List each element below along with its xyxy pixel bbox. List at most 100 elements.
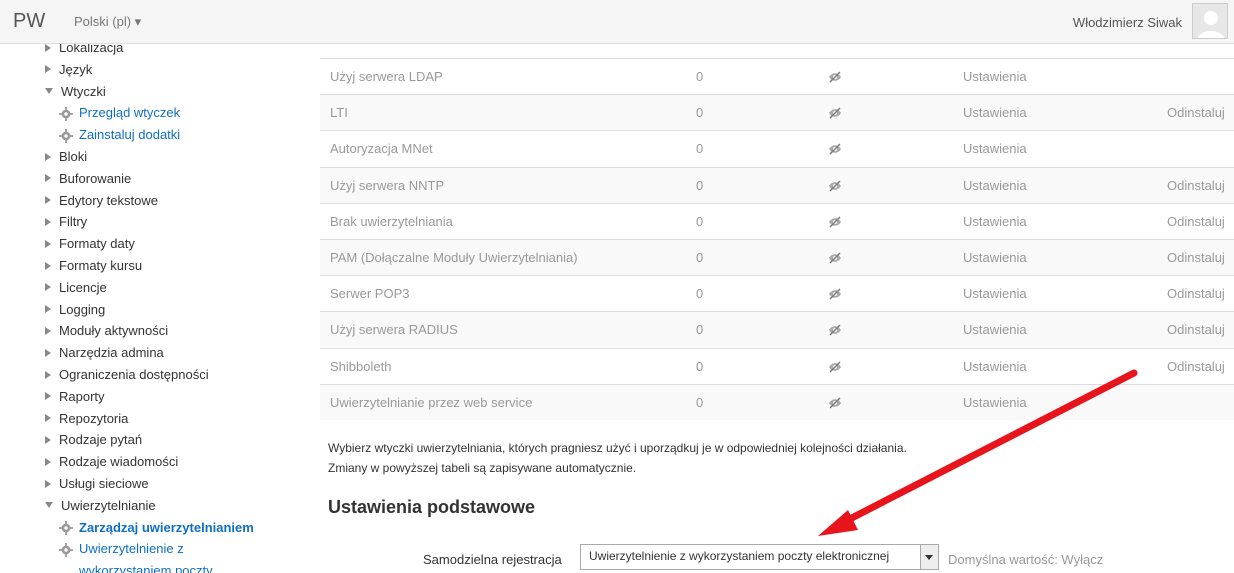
caret-down-icon — [45, 502, 53, 509]
uninstall-link[interactable]: Odinstaluj — [1167, 168, 1225, 204]
table-row: Użyj serwera LDAP 0 Ustawienia — [320, 58, 1234, 94]
settings-link[interactable]: Ustawienia — [963, 240, 1027, 276]
caret-right-icon — [45, 152, 51, 161]
auth-plugin-name: Shibboleth — [330, 358, 392, 374]
table-row: PAM (Dołączalne Moduły Uwierzytelniania)… — [320, 239, 1234, 275]
sidebar-item-label: Zainstaluj dodatki — [79, 127, 181, 143]
auth-plugin-name: Serwer POP3 — [330, 286, 410, 302]
user-count: 0 — [696, 141, 704, 157]
uninstall-link[interactable]: Odinstaluj — [1167, 240, 1225, 276]
site-brand[interactable]: PW — [13, 10, 45, 33]
sidebar-item[interactable]: Edytory tekstowe — [45, 190, 158, 212]
sidebar-item[interactable]: Filtry — [45, 211, 87, 233]
sidebar-item[interactable]: Formaty daty — [45, 233, 135, 255]
user-menu-name[interactable]: Włodzimierz Siwak — [1073, 15, 1182, 30]
section-heading: Ustawienia podstawowe — [328, 497, 536, 517]
caret-right-icon — [45, 174, 51, 183]
sidebar-item-label: Licencje — [59, 279, 107, 295]
sidebar-item[interactable]: Licencje — [45, 277, 107, 299]
user-count: 0 — [696, 105, 704, 121]
sidebar-item[interactable]: Język — [45, 59, 92, 81]
gear-icon — [59, 520, 73, 536]
user-avatar[interactable] — [1192, 3, 1228, 39]
uninstall-link[interactable]: Odinstaluj — [1167, 312, 1225, 348]
uninstall-link[interactable]: Odinstaluj — [1167, 204, 1225, 240]
eye-slash-icon[interactable] — [828, 71, 842, 85]
sidebar-item[interactable]: Usługi sieciowe — [45, 473, 149, 495]
settings-link[interactable]: Ustawienia — [963, 276, 1027, 312]
eye-slash-icon[interactable] — [828, 216, 842, 230]
caret-right-icon — [45, 414, 51, 423]
sidebar-item[interactable]: Rodzaje wiadomości — [45, 451, 178, 473]
help-text: Wybierz wtyczki uwierzytelniania, któryc… — [328, 441, 907, 455]
caret-right-icon — [45, 370, 51, 379]
caret-right-icon — [45, 239, 51, 248]
sidebar-item[interactable]: Uwierzytelnienie z — [59, 538, 184, 560]
sidebar-item[interactable]: Moduły aktywności — [45, 320, 168, 342]
settings-link[interactable]: Ustawienia — [963, 312, 1027, 348]
settings-link[interactable]: Ustawienia — [963, 204, 1027, 240]
sidebar-item[interactable]: Lokalizacja — [45, 44, 123, 59]
user-count: 0 — [696, 286, 704, 302]
sidebar-item-label: Wtyczki — [61, 83, 106, 99]
auth-plugin-name: Użyj serwera NNTP — [330, 177, 445, 193]
sidebar-item[interactable]: Zainstaluj dodatki — [59, 124, 180, 146]
uninstall-link[interactable]: Odinstaluj — [1167, 349, 1225, 385]
caret-right-icon — [45, 217, 51, 226]
sidebar-item[interactable]: Wtyczki — [45, 81, 106, 103]
table-row: LTI 0 Ustawienia Odinstaluj — [320, 94, 1234, 131]
self-registration-select[interactable]: Uwierzytelnienie z wykorzystaniem poczty… — [580, 544, 939, 570]
user-count: 0 — [696, 177, 704, 193]
user-count: 0 — [696, 358, 704, 374]
auth-plugin-name: Użyj serwera RADIUS — [330, 322, 458, 338]
language-menu[interactable]: Polski (pl) ▾ — [74, 14, 141, 30]
table-row: Shibboleth 0 Ustawienia Odinstaluj — [320, 347, 1234, 385]
settings-link[interactable]: Ustawienia — [963, 131, 1027, 167]
eye-slash-icon[interactable] — [828, 252, 842, 266]
caret-right-icon — [45, 44, 51, 52]
sidebar-item[interactable]: Uwierzytelnianie — [45, 495, 156, 517]
sidebar-item[interactable]: Narzędzia admina — [45, 342, 164, 364]
auth-plugin-name: LTI — [330, 105, 348, 121]
auth-plugin-name: Uwierzytelnianie przez web service — [330, 394, 533, 410]
sidebar-item[interactable]: Zarządzaj uwierzytelnianiem — [59, 517, 254, 539]
eye-slash-icon[interactable] — [828, 397, 842, 411]
sidebar-item[interactable]: Ograniczenia dostępności — [45, 364, 209, 386]
sidebar-item-label: Uwierzytelnianie — [61, 497, 156, 513]
sidebar-item[interactable]: Raporty — [45, 386, 105, 408]
settings-link[interactable]: Ustawienia — [963, 59, 1027, 95]
eye-slash-icon[interactable] — [828, 324, 842, 338]
settings-link[interactable]: Ustawienia — [963, 385, 1027, 421]
eye-slash-icon[interactable] — [828, 288, 842, 302]
chevron-down-icon[interactable] — [920, 545, 938, 569]
sidebar-item[interactable]: Repozytoria — [45, 408, 128, 430]
user-count: 0 — [696, 213, 704, 229]
settings-link[interactable]: Ustawienia — [963, 168, 1027, 204]
eye-slash-icon[interactable] — [828, 361, 842, 375]
user-count: 0 — [696, 69, 704, 84]
eye-slash-icon[interactable] — [828, 143, 842, 157]
settings-link[interactable]: Ustawienia — [963, 349, 1027, 385]
sidebar-item[interactable]: wykorzystaniem poczty — [79, 560, 213, 573]
eye-slash-icon[interactable] — [828, 180, 842, 194]
sidebar-item[interactable]: Bloki — [45, 146, 87, 168]
eye-slash-icon[interactable] — [828, 107, 842, 121]
sidebar-item[interactable]: Formaty kursu — [45, 255, 142, 277]
auth-plugin-name: Brak uwierzytelniania — [330, 213, 453, 229]
sidebar-item-label: Usługi sieciowe — [59, 476, 149, 491]
auth-plugin-name: PAM (Dołączalne Moduły Uwierzytelniania) — [330, 250, 578, 265]
table-row: Uwierzytelnianie przez web service 0 Ustaw… — [320, 383, 1234, 421]
sidebar-item[interactable]: Logging — [45, 299, 105, 321]
uninstall-link[interactable]: Odinstaluj — [1167, 276, 1225, 312]
sidebar-item-label: Edytory tekstowe — [59, 192, 158, 208]
settings-link[interactable]: Ustawienia — [963, 95, 1027, 131]
sidebar-item[interactable]: Buforowanie — [45, 168, 131, 190]
sidebar-item[interactable]: Przegląd wtyczek — [59, 102, 180, 124]
sidebar-item[interactable]: Rodzaje pytań — [45, 429, 142, 451]
admin-sidebar: Lokalizacja Język Wtyczki Przegląd wtyczek Z… — [0, 44, 297, 573]
uninstall-link[interactable]: Odinstaluj — [1167, 95, 1225, 131]
top-navbar: PW Polski (pl) ▾ Włodzimierz Siwak — [0, 0, 1234, 44]
caret-right-icon — [45, 326, 51, 335]
table-row: Brak uwierzytelniania 0 Ustawienia Odinstal… — [320, 202, 1234, 240]
sidebar-item-label: Logging — [59, 301, 106, 317]
